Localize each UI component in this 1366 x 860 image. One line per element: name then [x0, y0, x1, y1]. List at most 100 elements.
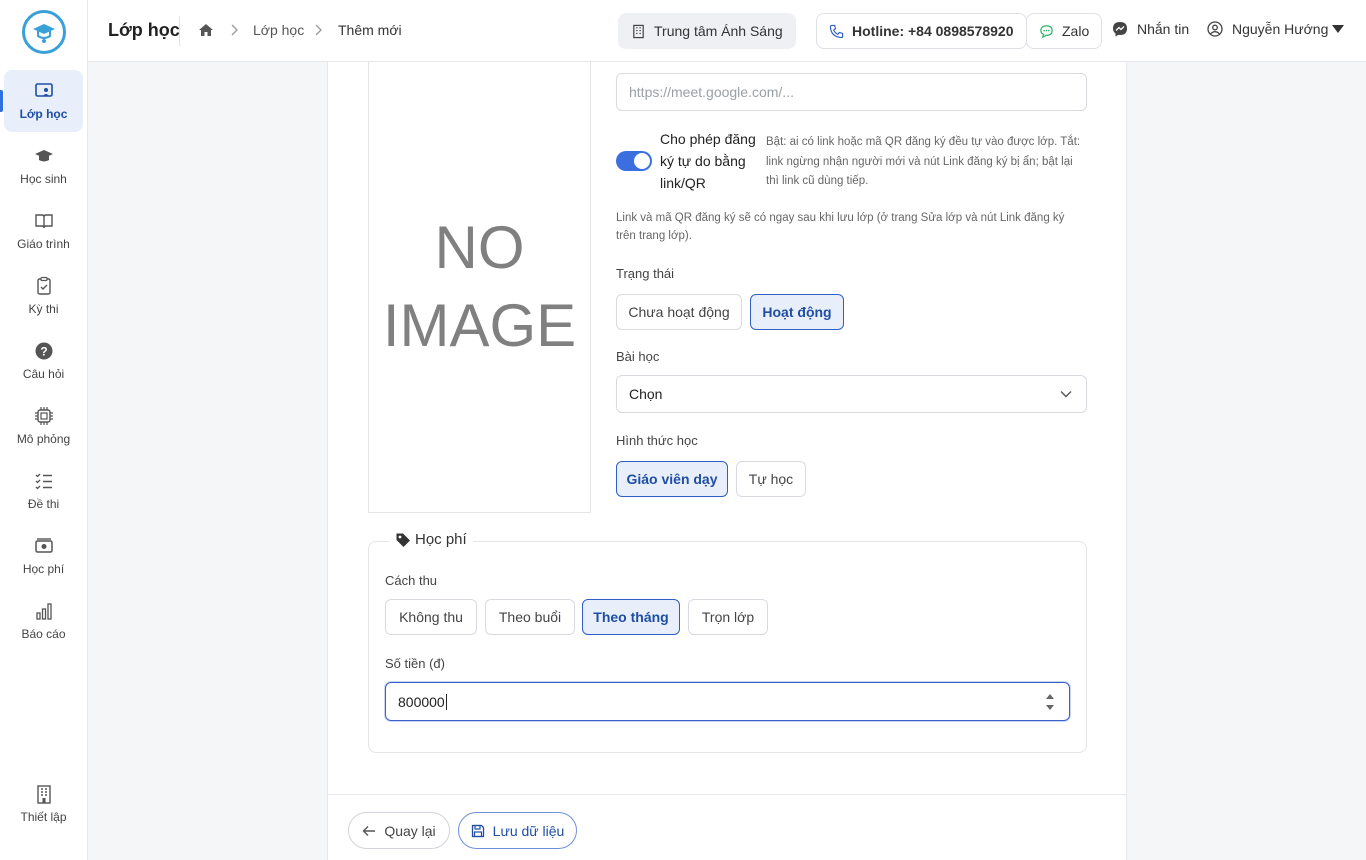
chat-bubble-icon: [1040, 24, 1053, 38]
tuition-legend-text: Học phí: [415, 531, 467, 548]
zalo-button[interactable]: Zalo: [1026, 13, 1103, 49]
building-icon: [36, 785, 51, 804]
book-icon: [34, 214, 53, 229]
amount-value: 800000: [398, 693, 445, 710]
caret-down-icon: [1332, 25, 1345, 33]
tuition-legend: Học phí: [389, 531, 473, 548]
sidebar-item-label: Mô phỏng: [16, 432, 71, 446]
hotline-button[interactable]: Hotline: +84 0898578920: [816, 13, 1027, 49]
question-circle-icon: ?: [35, 342, 52, 360]
svg-text:?: ?: [40, 345, 47, 359]
amount-label: Số tiền (đ): [385, 656, 445, 671]
user-menu[interactable]: Nguyễn Hướng: [1207, 21, 1345, 37]
graduation-cap-icon: [34, 150, 53, 162]
graduation-logo-icon: [33, 24, 55, 43]
chip-icon: [34, 407, 53, 425]
status-inactive-button[interactable]: Chưa hoạt động: [616, 294, 742, 330]
fee-full-course-button[interactable]: Trọn lớp: [688, 599, 768, 635]
lesson-select[interactable]: Chọn: [616, 375, 1087, 413]
number-spinner-icon[interactable]: [1045, 691, 1055, 713]
sidebar-item-label: Học phí: [22, 562, 65, 576]
divider: [179, 16, 180, 46]
chevron-down-icon: [1060, 391, 1072, 398]
back-button-label: Quay lại: [384, 822, 436, 839]
messenger-button[interactable]: Nhắn tin: [1112, 21, 1189, 37]
check-icon: [635, 156, 647, 166]
phone-icon: [829, 24, 844, 38]
user-name: Nguyễn Hướng: [1232, 21, 1329, 37]
sidebar-item-exams[interactable]: Kỳ thi: [4, 265, 83, 327]
classroom-icon: [34, 83, 53, 97]
sidebar-item-label: Giáo trình: [17, 237, 70, 251]
home-icon[interactable]: [198, 22, 214, 38]
sidebar-item-simulation[interactable]: Mô phỏng: [4, 395, 83, 457]
class-image-placeholder[interactable]: NO IMAGE: [368, 62, 591, 513]
registration-note: Link và mã QR đăng ký sẽ có ngay sau khi…: [616, 212, 1065, 242]
fee-method-label: Cách thu: [385, 573, 438, 588]
sidebar-item-reports[interactable]: Báo cáo: [4, 590, 83, 652]
meeting-link-input[interactable]: https://meet.google.com/...: [616, 73, 1087, 111]
app-logo[interactable]: [22, 10, 66, 54]
center-selector-button[interactable]: Trung tâm Ánh Sáng: [618, 13, 796, 49]
self-register-label[interactable]: Cho phép đăng ký tự do bằng link/QR: [660, 128, 756, 194]
breadcrumb-add-new: Thêm mới: [338, 22, 402, 38]
hotline-label: Hotline: +84 0898578920: [852, 23, 1014, 39]
sidebar-item-students[interactable]: Học sinh: [4, 135, 83, 197]
breadcrumb-classes[interactable]: Lớp học: [253, 22, 304, 38]
form-footer: Quay lại Lưu dữ liệu: [328, 794, 1126, 860]
lesson-select-value: Chọn: [629, 386, 663, 402]
arrow-left-icon: [362, 825, 376, 836]
center-name: Trung tâm Ánh Sáng: [654, 23, 783, 39]
sidebar-item-tests[interactable]: Đề thi: [4, 460, 83, 522]
user-circle-icon: [1207, 21, 1223, 37]
no-image-text-line2: IMAGE: [382, 292, 577, 359]
text-cursor: [445, 693, 447, 710]
sidebar-item-settings[interactable]: Thiết lập: [4, 773, 83, 835]
sidebar-item-label: Thiết lập: [20, 810, 67, 824]
back-button[interactable]: Quay lại: [348, 812, 450, 849]
amount-input[interactable]: 800000: [385, 682, 1070, 721]
sidebar-item-label: Đề thi: [27, 497, 60, 511]
sidebar-item-label: Câu hỏi: [22, 367, 65, 381]
sidebar-item-tuition[interactable]: Học phí: [4, 525, 83, 587]
sidebar-item-label: Báo cáo: [21, 627, 66, 641]
lesson-label: Bài học: [616, 349, 660, 364]
sidebar-item-questions[interactable]: ? Câu hỏi: [4, 330, 83, 392]
meeting-link-placeholder: https://meet.google.com/...: [629, 84, 794, 100]
save-button-label: Lưu dữ liệu: [492, 822, 565, 839]
sidebar: Lớp học Học sinh Giáo trình Kỳ thi ? Câu…: [0, 0, 88, 860]
sidebar-item-label: Lớp học: [19, 107, 68, 121]
sidebar-item-label: Học sinh: [20, 172, 67, 186]
fee-none-button[interactable]: Không thu: [385, 599, 477, 635]
checklist-icon: [35, 473, 52, 490]
status-label: Trạng thái: [616, 266, 675, 281]
chevron-right-icon: [231, 24, 238, 36]
no-image-text-line1: NO: [434, 214, 525, 281]
page-title: Lớp học: [108, 20, 180, 40]
tuition-fieldset: [368, 541, 1087, 753]
chevron-right-icon: [315, 24, 322, 36]
save-icon: [471, 824, 484, 837]
form-card: NO IMAGE https://meet.google.com/... Cho…: [327, 62, 1127, 860]
learning-mode-label: Hình thức học: [616, 433, 698, 448]
messenger-icon: [1113, 22, 1127, 37]
messenger-label: Nhắn tin: [1137, 21, 1190, 37]
mode-self-study-button[interactable]: Tự học: [736, 461, 806, 497]
sidebar-item-classes[interactable]: Lớp học: [4, 70, 83, 132]
tag-icon: [396, 533, 410, 547]
clipboard-check-icon: [36, 276, 51, 295]
building-icon: [633, 24, 644, 38]
zalo-label: Zalo: [1062, 23, 1090, 39]
mode-teacher-button[interactable]: Giáo viên dạy: [616, 461, 728, 497]
fee-monthly-button[interactable]: Theo tháng: [582, 599, 680, 635]
save-button[interactable]: Lưu dữ liệu: [458, 812, 577, 849]
active-indicator: [0, 90, 3, 112]
sidebar-item-curriculum[interactable]: Giáo trình: [4, 200, 83, 262]
money-icon: [34, 538, 53, 553]
top-header: Lớp học Lớp học Thêm mới Trung tâm Ánh S…: [88, 0, 1366, 62]
self-register-help: Bật: ai có link hoặc mã QR đăng ký đều t…: [766, 136, 1081, 187]
self-register-toggle[interactable]: [616, 151, 652, 171]
sidebar-item-label: Kỳ thi: [28, 302, 59, 316]
status-active-button[interactable]: Hoạt động: [750, 294, 844, 330]
fee-per-session-button[interactable]: Theo buổi: [485, 599, 575, 635]
